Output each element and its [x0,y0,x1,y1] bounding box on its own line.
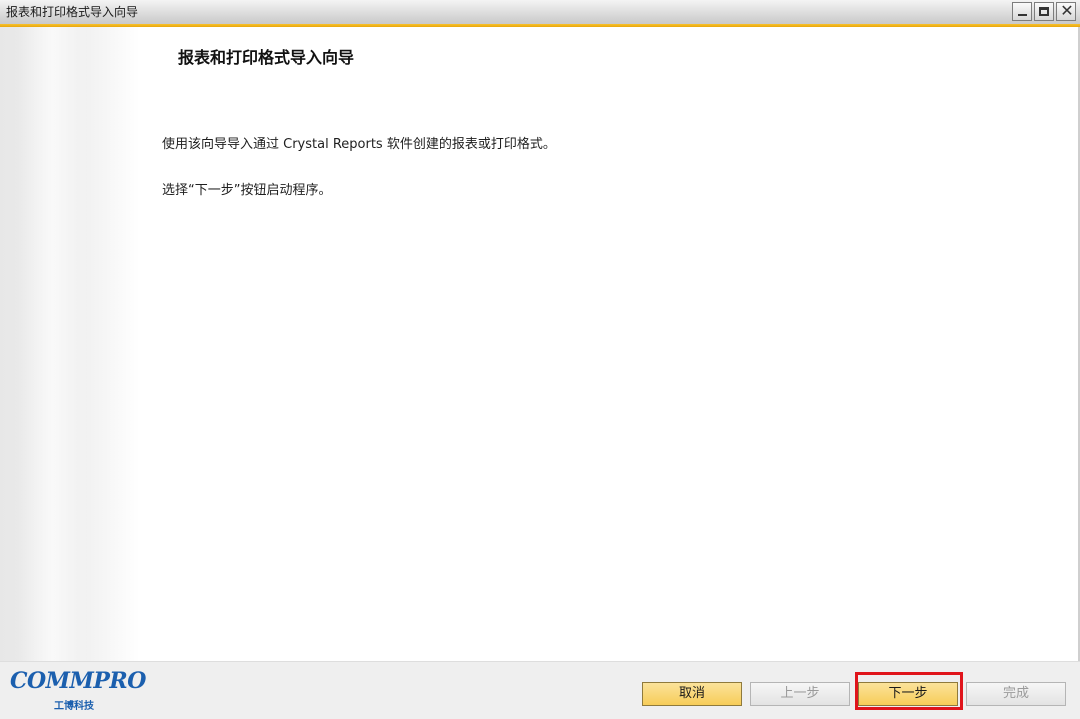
close-button[interactable]: ✕ [1056,1,1076,21]
logo-brand: COMMPRO [10,668,146,694]
wizard-footer: COMMPRO 工博科技 取消 上一步 下一步 完成 [0,661,1080,719]
logo-initial: C [10,668,28,694]
wizard-instruction: 选择“下一步”按钮启动程序。 [162,183,332,198]
window-title: 报表和打印格式导入向导 [6,5,139,19]
minimize-icon [1018,14,1027,16]
finish-button[interactable]: 完成 [966,682,1066,706]
page-title: 报表和打印格式导入向导 [178,48,355,67]
wizard-content: 报表和打印格式导入向导 使用该向导导入通过 Crystal Reports 软件… [0,27,1080,661]
maximize-button[interactable] [1034,2,1054,21]
next-button[interactable]: 下一步 [858,682,958,706]
cancel-button[interactable]: 取消 [642,682,742,706]
close-icon: ✕ [1060,1,1074,20]
maximize-icon [1039,7,1049,16]
wizard-window: 报表和打印格式导入向导 ✕ 报表和打印格式导入向导 使用该向导导入通过 Crys… [0,0,1080,719]
previous-button[interactable]: 上一步 [750,682,850,706]
logo-brand-text: OMMPRO [27,668,146,694]
wizard-description: 使用该向导导入通过 Crystal Reports 软件创建的报表或打印格式。 [162,137,556,152]
window-controls: ✕ [1012,1,1076,21]
company-logo: COMMPRO 工博科技 [10,668,146,712]
logo-subtitle: 工博科技 [54,701,94,712]
minimize-button[interactable] [1012,2,1032,21]
title-bar[interactable]: 报表和打印格式导入向导 ✕ [0,0,1080,25]
